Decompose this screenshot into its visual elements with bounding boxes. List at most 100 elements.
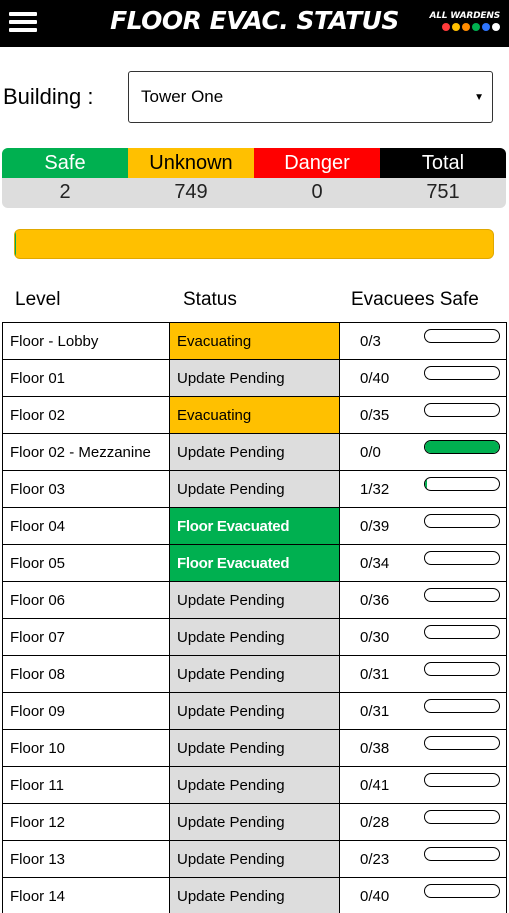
evacuee-progress-bar bbox=[423, 440, 500, 454]
evacuee-progress-cell bbox=[423, 544, 507, 582]
building-select[interactable]: Tower One ▼ bbox=[128, 71, 493, 123]
floor-level: Floor 06 bbox=[2, 581, 170, 619]
floor-status: Update Pending bbox=[169, 766, 340, 804]
evacuee-progress-cell bbox=[423, 618, 507, 656]
floor-level: Floor 12 bbox=[2, 803, 170, 841]
floor-level: Floor 02 - Mezzanine bbox=[2, 433, 170, 471]
evacuee-progress-bar bbox=[423, 329, 500, 343]
floor-status: Update Pending bbox=[169, 692, 340, 730]
evacuee-count: 0/23 bbox=[339, 840, 430, 878]
evacuee-progress-cell bbox=[423, 729, 507, 767]
evacuee-progress-bar bbox=[423, 403, 500, 417]
evacuee-progress-cell bbox=[423, 470, 507, 508]
floor-status: Evacuating bbox=[169, 396, 340, 434]
floor-level: Floor 08 bbox=[2, 655, 170, 693]
total-count: 751 bbox=[426, 181, 460, 203]
table-row[interactable]: Floor 11 Update Pending 0/41 bbox=[2, 766, 507, 804]
evacuee-count: 0/40 bbox=[339, 359, 430, 397]
floor-status: Update Pending bbox=[169, 359, 340, 397]
floor-status: Update Pending bbox=[169, 877, 340, 913]
table-row[interactable]: Floor 01 Update Pending 0/40 bbox=[2, 359, 507, 397]
table-row[interactable]: Floor 09 Update Pending 0/31 bbox=[2, 692, 507, 730]
overall-progress-bar bbox=[14, 229, 494, 259]
all-wardens-logo: ALL WARDENS bbox=[416, 11, 500, 39]
logo-dot bbox=[472, 23, 480, 31]
evacuee-count: 0/36 bbox=[339, 581, 430, 619]
evacuee-progress-bar bbox=[423, 847, 500, 861]
evacuee-progress-cell bbox=[423, 692, 507, 730]
table-row[interactable]: Floor 14 Update Pending 0/40 bbox=[2, 877, 507, 913]
floor-status: Update Pending bbox=[169, 655, 340, 693]
evacuee-progress-bar bbox=[423, 736, 500, 750]
table-row[interactable]: Floor 03 Update Pending 1/32 bbox=[2, 470, 507, 508]
logo-dot bbox=[442, 23, 450, 31]
table-row[interactable]: Floor 06 Update Pending 0/36 bbox=[2, 581, 507, 619]
evacuees-column-header: Evacuees Safe bbox=[351, 289, 479, 310]
floor-status: Update Pending bbox=[169, 803, 340, 841]
logo-dot bbox=[452, 23, 460, 31]
floor-level: Floor 04 bbox=[2, 507, 170, 545]
floor-level: Floor 14 bbox=[2, 877, 170, 913]
danger-header: Danger bbox=[254, 148, 380, 178]
evacuee-progress-bar bbox=[423, 588, 500, 602]
evacuee-progress-fill bbox=[424, 478, 427, 490]
evacuee-count: 0/0 bbox=[339, 433, 430, 471]
evacuee-progress-cell bbox=[423, 433, 507, 471]
table-row[interactable]: Floor 05 Floor Evacuated 0/34 bbox=[2, 544, 507, 582]
dropdown-caret-icon: ▼ bbox=[474, 92, 484, 103]
table-row[interactable]: Floor 13 Update Pending 0/23 bbox=[2, 840, 507, 878]
floor-level: Floor 13 bbox=[2, 840, 170, 878]
top-bar: FLOOR EVAC. STATUS ALL WARDENS bbox=[0, 0, 509, 47]
evacuee-progress-cell bbox=[423, 507, 507, 545]
evacuee-count: 0/3 bbox=[339, 322, 430, 360]
evacuee-progress-cell bbox=[423, 803, 507, 841]
evacuee-count: 0/35 bbox=[339, 396, 430, 434]
logo-dot bbox=[482, 23, 490, 31]
evacuee-progress-bar bbox=[423, 477, 500, 491]
floor-status: Evacuating bbox=[169, 322, 340, 360]
evacuee-count: 0/40 bbox=[339, 877, 430, 913]
floor-level: Floor 09 bbox=[2, 692, 170, 730]
table-row[interactable]: Floor 12 Update Pending 0/28 bbox=[2, 803, 507, 841]
evacuee-progress-bar bbox=[423, 699, 500, 713]
table-row[interactable]: Floor 02 - Mezzanine Update Pending 0/0 bbox=[2, 433, 507, 471]
table-row[interactable]: Floor 07 Update Pending 0/30 bbox=[2, 618, 507, 656]
building-label: Building : bbox=[3, 84, 94, 109]
floor-status: Floor Evacuated bbox=[169, 507, 340, 545]
evacuee-progress-bar bbox=[423, 551, 500, 565]
table-row[interactable]: Floor 02 Evacuating 0/35 bbox=[2, 396, 507, 434]
floor-status: Update Pending bbox=[169, 470, 340, 508]
evacuee-progress-cell bbox=[423, 766, 507, 804]
floor-level: Floor 07 bbox=[2, 618, 170, 656]
level-column-header: Level bbox=[15, 289, 61, 310]
logo-dots bbox=[416, 23, 500, 31]
floor-level: Floor 01 bbox=[2, 359, 170, 397]
evacuee-progress-bar bbox=[423, 662, 500, 676]
evacuee-progress-bar bbox=[423, 884, 500, 898]
floor-status: Update Pending bbox=[169, 618, 340, 656]
safe-header: Safe bbox=[2, 148, 128, 178]
floor-level: Floor 11 bbox=[2, 766, 170, 804]
floor-status: Update Pending bbox=[169, 433, 340, 471]
evacuee-count: 0/34 bbox=[339, 544, 430, 582]
floor-level: Floor 02 bbox=[2, 396, 170, 434]
floor-status: Update Pending bbox=[169, 729, 340, 767]
evacuee-progress-bar bbox=[423, 773, 500, 787]
danger-count: 0 bbox=[311, 181, 323, 203]
floor-status: Floor Evacuated bbox=[169, 544, 340, 582]
table-row[interactable]: Floor 10 Update Pending 0/38 bbox=[2, 729, 507, 767]
table-row[interactable]: Floor 04 Floor Evacuated 0/39 bbox=[2, 507, 507, 545]
table-row[interactable]: Floor - Lobby Evacuating 0/3 bbox=[2, 322, 507, 360]
evacuee-progress-cell bbox=[423, 396, 507, 434]
floor-status: Update Pending bbox=[169, 840, 340, 878]
table-row[interactable]: Floor 08 Update Pending 0/31 bbox=[2, 655, 507, 693]
evacuee-count: 0/39 bbox=[339, 507, 430, 545]
evacuee-progress-bar bbox=[423, 366, 500, 380]
evacuee-progress-bar bbox=[423, 810, 500, 824]
total-header: Total bbox=[380, 148, 506, 178]
evacuee-progress-cell bbox=[423, 655, 507, 693]
evacuee-count: 0/41 bbox=[339, 766, 430, 804]
evacuee-progress-cell bbox=[423, 322, 507, 360]
evacuee-progress-cell bbox=[423, 359, 507, 397]
floor-level: Floor 10 bbox=[2, 729, 170, 767]
